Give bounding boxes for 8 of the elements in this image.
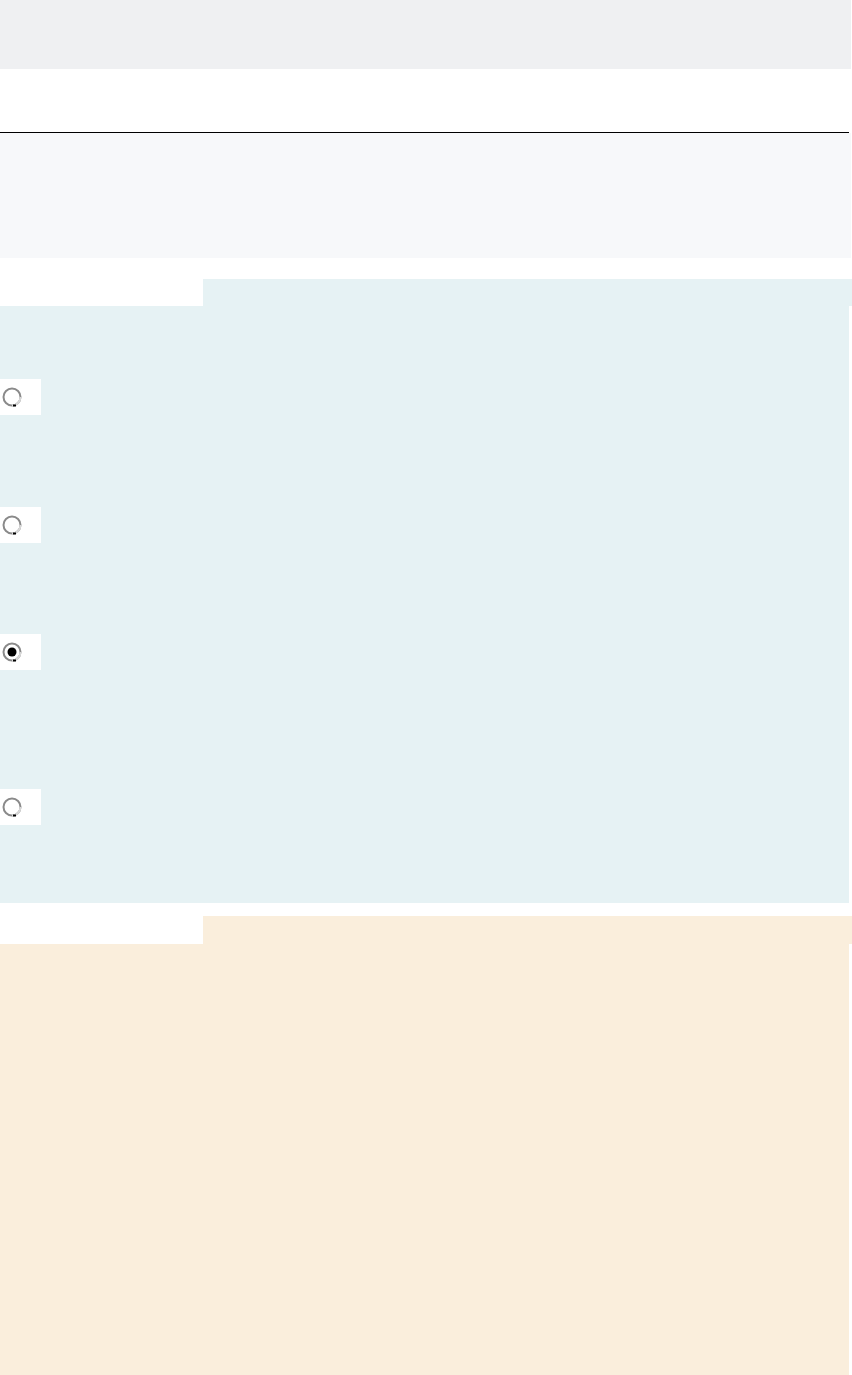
option-tile[interactable]	[0, 379, 41, 415]
radio-button[interactable]	[2, 642, 22, 662]
option-tile[interactable]	[0, 789, 41, 825]
radio-button[interactable]	[2, 387, 22, 407]
radio-button[interactable]	[2, 515, 22, 535]
radio-button[interactable]	[2, 797, 22, 817]
option-tile[interactable]	[0, 507, 41, 543]
option-tile[interactable]	[0, 634, 41, 670]
